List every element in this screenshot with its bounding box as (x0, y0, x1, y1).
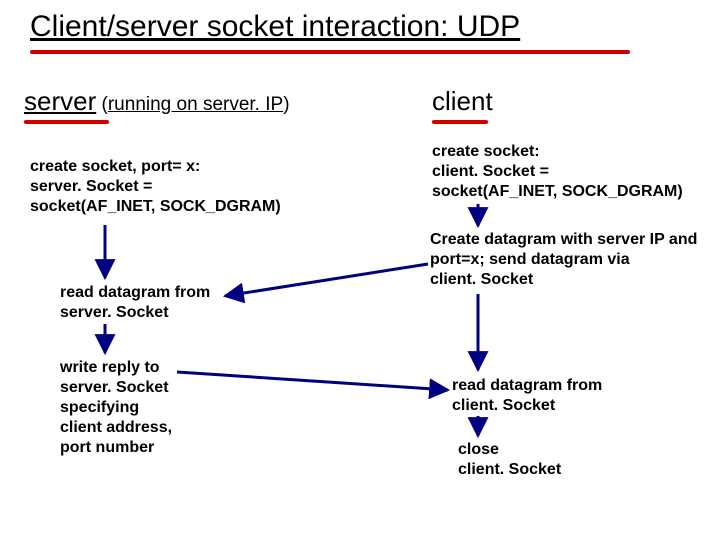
paren-open: ( (96, 94, 108, 115)
title-underline (30, 50, 630, 54)
client-red-underline (432, 120, 488, 124)
line: socket(AF_INET, SOCK_DGRAM) (432, 182, 702, 202)
line: create socket, port= x: (30, 157, 340, 177)
line: port number (60, 438, 280, 458)
line: server. Socket (60, 303, 280, 323)
line: write reply to (60, 358, 280, 378)
client-heading: client (432, 86, 493, 117)
line: create socket: (432, 142, 702, 162)
client-send-datagram-step: Create datagram with server IP and port=… (430, 230, 710, 290)
line: read datagram from (452, 376, 672, 396)
line: client. Socket = (432, 162, 702, 182)
line: client address, (60, 418, 280, 438)
line: close (458, 440, 678, 460)
server-read-datagram-step: read datagram from server. Socket (60, 283, 280, 323)
running-on: running on (108, 94, 203, 115)
line: server. Socket = (30, 177, 340, 197)
line: socket(AF_INET, SOCK_DGRAM) (30, 197, 340, 217)
client-read-datagram-step: read datagram from client. Socket (452, 376, 672, 416)
server-red-underline (24, 120, 109, 124)
paren-close: ) (283, 94, 289, 115)
client-close-socket-step: close client. Socket (458, 440, 678, 480)
line: client. Socket (452, 396, 672, 416)
server-ip: server. IP (203, 94, 283, 115)
line: client. Socket (430, 270, 710, 290)
line: Create datagram with server IP and (430, 230, 710, 250)
line: read datagram from (60, 283, 280, 303)
client-create-socket-step: create socket: client. Socket = socket(A… (432, 142, 702, 202)
line: specifying (60, 398, 280, 418)
line: client. Socket (458, 460, 678, 480)
server-create-socket-step: create socket, port= x: server. Socket =… (30, 157, 340, 217)
slide-title: Client/server socket interaction: UDP (30, 10, 520, 44)
server-write-reply-step: write reply to server. Socket specifying… (60, 358, 280, 458)
line: server. Socket (60, 378, 280, 398)
server-heading: server (running on server. IP) (24, 86, 290, 117)
line: port=x; send datagram via (430, 250, 710, 270)
server-heading-main: server (24, 86, 96, 116)
